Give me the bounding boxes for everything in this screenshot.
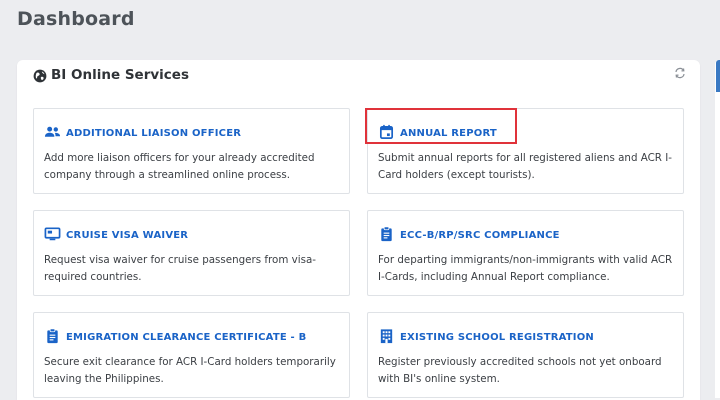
adjacent-panel-accent [716, 60, 720, 92]
bi-online-services-panel: BI Online Services ADDITIONAL LIAISON OF… [17, 60, 700, 400]
service-title-existing-school-registration[interactable]: EXISTING SCHOOL REGISTRATION [400, 332, 594, 343]
service-description: Submit annual reports for all registered… [378, 152, 672, 181]
panel-title: BI Online Services [51, 67, 189, 83]
clipboard-icon [47, 328, 58, 344]
adjacent-panel-edge [715, 60, 720, 398]
service-description: Secure exit clearance for ACR I-Card hol… [44, 356, 336, 385]
service-description: Add more liaison officers for your alrea… [44, 152, 315, 181]
clipboard-icon [381, 226, 392, 242]
service-card-existing-school-registration[interactable]: EXISTING SCHOOL REGISTRATION Register pr… [367, 312, 684, 398]
service-card-cruise-visa-waiver[interactable]: CRUISE VISA WAIVER Request visa waiver f… [33, 210, 350, 296]
panel-header: BI Online Services [17, 60, 700, 92]
display-icon [44, 227, 61, 241]
service-card-additional-liaison-officer[interactable]: ADDITIONAL LIAISON OFFICER Add more liai… [33, 108, 350, 194]
service-description: Request visa waiver for cruise passenger… [44, 254, 316, 283]
building-icon [380, 329, 393, 344]
service-card-ecc-b-rp-src-compliance[interactable]: ECC-B/RP/SRC COMPLIANCE For departing im… [367, 210, 684, 296]
page-title: Dashboard [17, 8, 135, 30]
annual-report-highlight-box [365, 108, 517, 144]
users-icon [44, 126, 61, 137]
service-title-ecc-b-rp-src-compliance[interactable]: ECC-B/RP/SRC COMPLIANCE [400, 230, 560, 241]
service-title-cruise-visa-waiver[interactable]: CRUISE VISA WAIVER [66, 230, 188, 241]
refresh-icon[interactable] [674, 67, 686, 79]
service-title-additional-liaison-officer[interactable]: ADDITIONAL LIAISON OFFICER [66, 128, 241, 139]
service-description: For departing immigrants/non-immigrants … [378, 254, 673, 283]
globe-icon [33, 69, 47, 83]
service-title-emigration-clearance-certificate-b[interactable]: EMIGRATION CLEARANCE CERTIFICATE - B [66, 332, 306, 343]
service-card-emigration-clearance-certificate-b[interactable]: EMIGRATION CLEARANCE CERTIFICATE - B Sec… [33, 312, 350, 398]
service-description: Register previously accredited schools n… [378, 356, 662, 385]
